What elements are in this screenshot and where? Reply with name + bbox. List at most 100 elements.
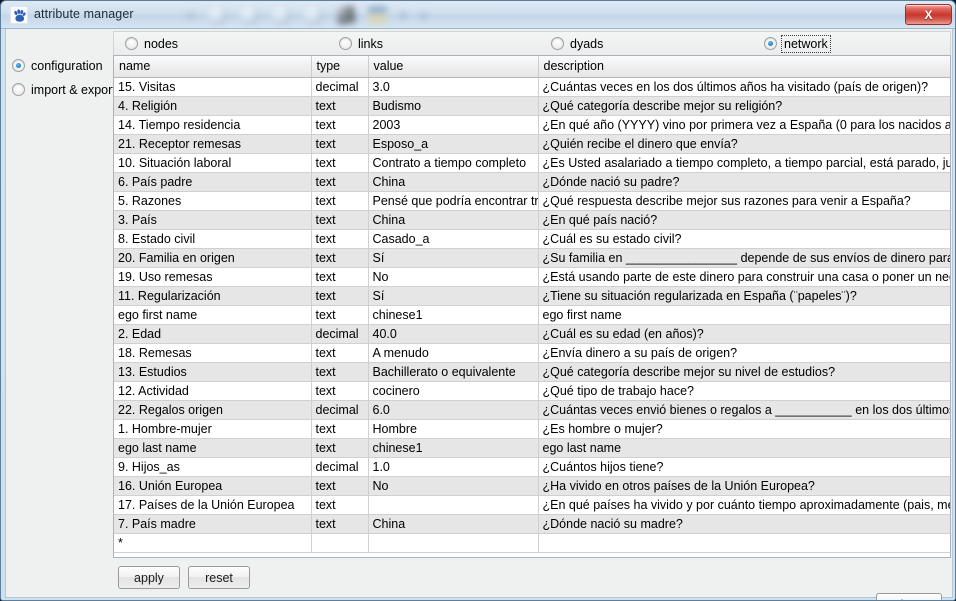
cell-name[interactable]: * [114,533,312,553]
cell-value[interactable]: Sí [368,248,539,268]
cell-value[interactable]: 1.0 [368,457,539,477]
cell-name[interactable]: 15. Visitas [114,77,312,97]
cell-description[interactable]: ¿Dónde nació su madre? [538,514,950,534]
cell-description[interactable]: ¿Envía dinero a su país de origen? [538,343,950,363]
table-row[interactable]: 5. Razones text Pensé que podría encontrar… [114,191,950,211]
cell-value[interactable]: Esposo_a [368,134,539,154]
radio-icon[interactable] [12,59,25,72]
sidebar-item-configuration[interactable]: configuration [12,55,110,76]
table-row[interactable]: 9. Hijos_as decimal 1.0 ¿Cuántos hijos tien… [114,457,950,477]
column-header-description[interactable]: description [538,56,950,78]
cell-description[interactable] [538,533,950,553]
table-row[interactable]: 2. Edad decimal 40.0 ¿Cuál es su edad (en a… [114,324,950,344]
cell-description[interactable]: ¿Es hombre o mujer? [538,419,950,439]
cell-name[interactable]: 8. Estado civil [114,229,312,249]
cell-value[interactable] [368,495,539,515]
cell-type[interactable]: text [311,229,369,249]
cell-description[interactable]: ¿En qué país nació? [538,210,950,230]
cell-description[interactable]: ¿Qué tipo de trabajo hace? [538,381,950,401]
table-row[interactable]: 16. Unión Europea text No ¿Ha vivido en otr… [114,476,950,496]
table-row[interactable]: 19. Uso remesas text No ¿Está usando parte … [114,267,950,287]
cell-description[interactable]: ¿Está usando parte de este dinero para c… [538,267,950,287]
column-header-name[interactable]: name [114,56,312,78]
cell-name[interactable]: 4. Religión [114,96,312,116]
sidebar-item-import-export[interactable]: import & export [12,79,116,100]
cell-value[interactable]: Contrato a tiempo completo [368,153,539,173]
cell-type[interactable]: decimal [311,457,369,477]
cell-type[interactable]: text [311,286,369,306]
cell-type[interactable]: text [311,153,369,173]
cell-name[interactable]: 2. Edad [114,324,312,344]
cell-value[interactable]: 2003 [368,115,539,135]
table-row[interactable]: 21. Receptor remesas text Esposo_a ¿Quién r… [114,134,950,154]
cell-type[interactable]: text [311,210,369,230]
cell-type[interactable]: text [311,191,369,211]
cell-type[interactable]: text [311,438,369,458]
cell-description[interactable]: ego first name [538,305,950,325]
radio-icon[interactable] [551,37,564,50]
cell-value[interactable]: China [368,514,539,534]
attributes-table-container[interactable]: name type value description 15. Visitas d… [113,55,951,558]
cell-name[interactable]: ego first name [114,305,312,325]
table-row[interactable]: 13. Estudios text Bachillerato o equivalen… [114,362,950,382]
apply-button[interactable]: apply [118,566,180,589]
cell-type[interactable]: text [311,362,369,382]
cell-value[interactable]: Sí [368,286,539,306]
cell-description[interactable]: ¿Qué respuesta describe mejor sus razone… [538,191,950,211]
scope-radio-dyads[interactable]: dyads [551,35,603,52]
cell-description[interactable]: ¿En qué año (YYYY) vino por primera vez … [538,115,950,135]
cell-name[interactable]: 21. Receptor remesas [114,134,312,154]
cell-value[interactable]: Budismo [368,96,539,116]
table-row[interactable]: ego last name text chinese1 ego last name [114,438,950,458]
cell-type[interactable] [311,533,369,553]
column-header-type[interactable]: type [311,56,369,78]
cell-value[interactable]: Bachillerato o equivalente [368,362,539,382]
cell-value[interactable]: 40.0 [368,324,539,344]
cell-value[interactable]: chinese1 [368,305,539,325]
cell-description[interactable]: ¿Cuál es su edad (en años)? [538,324,950,344]
close-button[interactable]: close [876,593,942,600]
reset-button[interactable]: reset [188,566,250,589]
cell-name[interactable]: ego last name [114,438,312,458]
cell-description[interactable]: ¿Cuál es su estado civil? [538,229,950,249]
table-row[interactable]: 4. Religión text Budismo ¿Qué categoría des… [114,96,950,116]
cell-description[interactable]: ¿Su familia en ________________ depende … [538,248,950,268]
cell-description[interactable]: ¿Cuántas veces envió bienes o regalos a … [538,400,950,420]
table-row[interactable]: 12. Actividad text cocinero ¿Qué tipo de tr… [114,381,950,401]
table-row[interactable]: 11. Regularización text Sí ¿Tiene su situac… [114,286,950,306]
table-row[interactable]: 10. Situación laboral text Contrato a tiem… [114,153,950,173]
cell-name[interactable]: 14. Tiempo residencia [114,115,312,135]
cell-description[interactable]: ¿Tiene su situación regularizada en Espa… [538,286,950,306]
cell-name[interactable]: 17. Países de la Unión Europea [114,495,312,515]
table-row[interactable]: * [114,533,950,553]
cell-description[interactable]: ¿En qué países ha vivido y por cuánto ti… [538,495,950,515]
cell-type[interactable]: text [311,248,369,268]
cell-name[interactable]: 9. Hijos_as [114,457,312,477]
cell-description[interactable]: ¿Qué categoría describe mejor su religió… [538,96,950,116]
radio-icon[interactable] [125,37,138,50]
cell-name[interactable]: 19. Uso remesas [114,267,312,287]
cell-type[interactable]: decimal [311,400,369,420]
cell-name[interactable]: 6. País padre [114,172,312,192]
cell-description[interactable]: ¿Ha vivido en otros países de la Unión E… [538,476,950,496]
cell-value[interactable]: chinese1 [368,438,539,458]
cell-type[interactable]: text [311,115,369,135]
cell-type[interactable]: text [311,134,369,154]
cell-type[interactable]: text [311,343,369,363]
cell-name[interactable]: 10. Situación laboral [114,153,312,173]
cell-name[interactable]: 3. País [114,210,312,230]
cell-description[interactable]: ¿Cuántos hijos tiene? [538,457,950,477]
cell-name[interactable]: 7. País madre [114,514,312,534]
cell-type[interactable]: text [311,267,369,287]
scope-radio-links[interactable]: links [339,35,383,52]
cell-type[interactable]: text [311,495,369,515]
cell-value[interactable]: No [368,267,539,287]
scope-radio-network[interactable]: network [764,34,831,53]
cell-value[interactable]: Casado_a [368,229,539,249]
cell-name[interactable]: 13. Estudios [114,362,312,382]
cell-description[interactable]: ego last name [538,438,950,458]
cell-type[interactable]: text [311,419,369,439]
cell-value[interactable]: 6.0 [368,400,539,420]
table-row[interactable]: 15. Visitas decimal 3.0 ¿Cuántas veces en l… [114,77,950,97]
cell-type[interactable]: text [311,96,369,116]
